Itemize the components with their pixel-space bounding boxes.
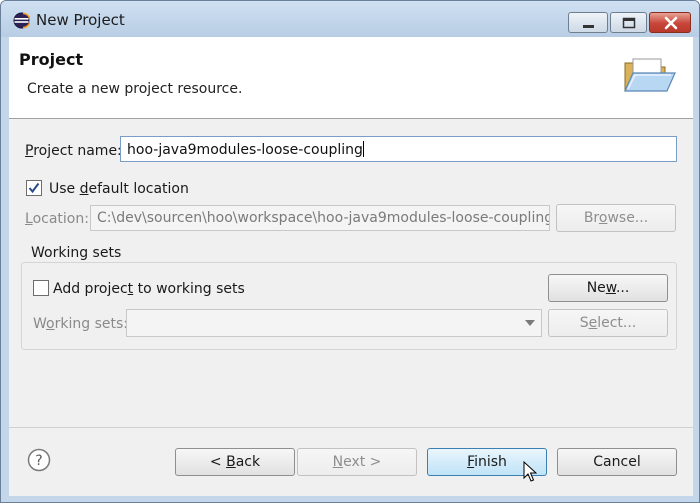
maximize-icon bbox=[622, 17, 636, 29]
eclipse-app-icon bbox=[13, 12, 30, 29]
location-input[interactable]: C:\dev\sourcen\hoo\workspace\hoo-java9mo… bbox=[90, 205, 550, 231]
footer-separator bbox=[9, 427, 693, 428]
location-label: Location: bbox=[25, 211, 89, 227]
project-name-input[interactable]: hoo-java9modules-loose-coupling bbox=[120, 136, 677, 162]
working-sets-label: Working sets: bbox=[33, 316, 128, 332]
maximize-button[interactable] bbox=[610, 12, 647, 33]
add-to-working-sets-checkbox[interactable] bbox=[33, 280, 49, 296]
back-button[interactable]: < Back bbox=[175, 448, 295, 476]
close-icon bbox=[664, 16, 678, 30]
wizard-header: Project Create a new project resource. bbox=[9, 37, 693, 119]
open-folder-icon bbox=[619, 51, 681, 103]
page-description: Create a new project resource. bbox=[27, 81, 243, 97]
add-to-working-sets-label[interactable]: Add project to working sets bbox=[53, 281, 245, 297]
use-default-location-checkbox[interactable] bbox=[26, 180, 42, 196]
use-default-location-label[interactable]: Use default location bbox=[49, 181, 189, 197]
minimize-button[interactable] bbox=[568, 12, 608, 33]
cancel-button[interactable]: Cancel bbox=[557, 448, 677, 476]
minimize-icon bbox=[583, 25, 594, 28]
select-working-sets-button[interactable]: Select... bbox=[548, 309, 668, 337]
project-name-label: Project name: bbox=[25, 143, 122, 159]
title-bar[interactable]: New Project bbox=[1, 1, 699, 37]
working-sets-group-title: Working sets bbox=[29, 245, 124, 261]
window-title: New Project bbox=[36, 11, 125, 29]
next-button[interactable]: Next > bbox=[297, 448, 417, 476]
mouse-cursor-icon bbox=[523, 461, 537, 482]
dialog-window: New Project Project Create a new project… bbox=[0, 0, 700, 503]
browse-button[interactable]: Browse... bbox=[556, 204, 676, 232]
working-sets-combo[interactable] bbox=[126, 309, 542, 337]
help-icon[interactable]: ? bbox=[27, 448, 51, 472]
dropdown-arrow-icon bbox=[525, 320, 535, 326]
close-button[interactable] bbox=[649, 12, 691, 33]
checkmark-icon bbox=[28, 182, 40, 194]
dialog-content: Project Create a new project resource. P… bbox=[9, 37, 693, 496]
page-title: Project bbox=[19, 50, 84, 69]
new-working-set-button[interactable]: New... bbox=[548, 274, 668, 302]
text-caret bbox=[362, 141, 364, 157]
svg-text:?: ? bbox=[35, 453, 42, 469]
